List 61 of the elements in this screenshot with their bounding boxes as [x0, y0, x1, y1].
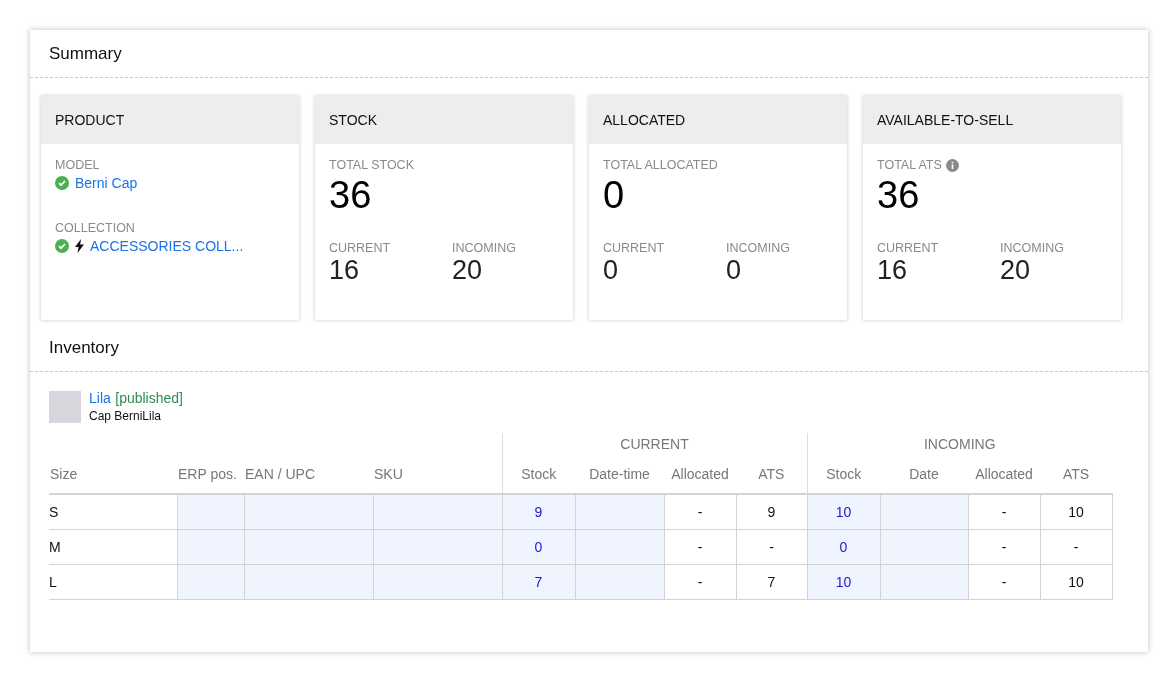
incoming-value: 20	[1000, 255, 1032, 286]
variant-title[interactable]: Lila [published]	[89, 389, 183, 407]
current-value: 0	[603, 255, 620, 286]
product-thumbnail	[49, 391, 81, 423]
table-cell: -	[968, 494, 1040, 530]
field-label: COLLECTION	[55, 221, 136, 235]
stock-link[interactable]: 10	[835, 574, 852, 590]
current-label: CURRENT	[603, 241, 666, 255]
total-value: 0	[603, 174, 626, 217]
table-cell: -	[968, 529, 1040, 565]
stock-link[interactable]: 9	[534, 504, 543, 520]
stock-link[interactable]: 0	[534, 539, 543, 555]
current-label: CURRENT	[329, 241, 392, 255]
variant-subtitle: Cap BerniLila	[89, 409, 163, 423]
table-cell: 10	[1040, 494, 1112, 530]
section-title: Summary	[30, 30, 1148, 78]
incoming-value: 20	[452, 255, 484, 286]
table-cell: 9	[736, 494, 807, 530]
incoming-value: 0	[726, 255, 743, 286]
section-title: Inventory	[30, 324, 1148, 372]
card-title: STOCK	[315, 96, 573, 144]
incoming-label: INCOMING	[452, 241, 517, 255]
model-link[interactable]: Berni Cap	[75, 175, 138, 191]
total-value: 36	[877, 174, 921, 217]
stock-link[interactable]: 10	[835, 504, 852, 520]
check-circle-icon	[55, 239, 69, 253]
total-value: 36	[329, 174, 373, 217]
total-label: TOTAL ATS	[877, 158, 942, 172]
table-cell: -	[1040, 529, 1112, 565]
group-header: CURRENT	[502, 433, 807, 455]
erp-cell	[177, 494, 244, 530]
size-cell: M	[49, 529, 177, 565]
card-title: AVAILABLE-TO-SELL	[863, 96, 1121, 144]
current-value: 16	[329, 255, 361, 286]
erp-cell	[177, 529, 244, 565]
stock-link[interactable]: 7	[534, 574, 543, 590]
table-cell: -	[664, 564, 736, 600]
lightning-bolt-icon	[75, 239, 84, 253]
card-title: PRODUCT	[41, 96, 299, 144]
current-value: 16	[877, 255, 909, 286]
field-label: MODEL	[55, 158, 101, 172]
size-cell: L	[49, 564, 177, 600]
incoming-label: INCOMING	[726, 241, 791, 255]
group-header: INCOMING	[807, 433, 1112, 455]
table-cell: 10	[1040, 564, 1112, 600]
check-circle-icon	[55, 176, 69, 190]
total-label: TOTAL ALLOCATED	[603, 158, 718, 172]
erp-cell	[177, 564, 244, 600]
table-cell: -	[736, 529, 807, 565]
card-title: ALLOCATED	[589, 96, 847, 144]
current-label: CURRENT	[877, 241, 940, 255]
stock-link[interactable]: 0	[839, 539, 848, 555]
info-icon[interactable]	[945, 158, 959, 172]
total-label: TOTAL STOCK	[329, 158, 414, 172]
table-cell: -	[664, 494, 736, 530]
table-cell: 7	[736, 564, 807, 600]
table-cell: -	[664, 529, 736, 565]
incoming-label: INCOMING	[1000, 241, 1065, 255]
collection-link[interactable]: ACCESSORIES COLL...	[90, 238, 244, 254]
table-cell: -	[968, 564, 1040, 600]
size-cell: S	[49, 494, 177, 530]
